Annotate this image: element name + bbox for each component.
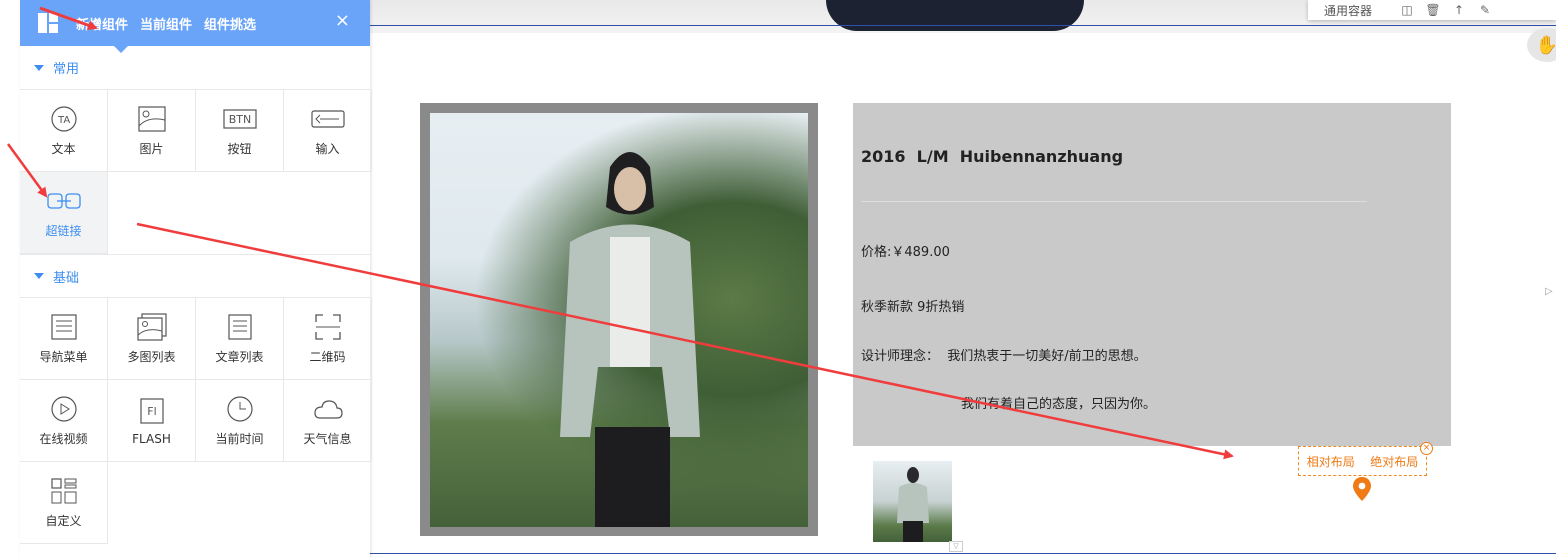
annotation-arrow-to-hyperlink [6, 143, 48, 198]
annotation-arrow-drag [136, 222, 1234, 460]
annotation-overlay [6, 6, 1234, 460]
annotation-arrow-to-tab [39, 6, 98, 31]
